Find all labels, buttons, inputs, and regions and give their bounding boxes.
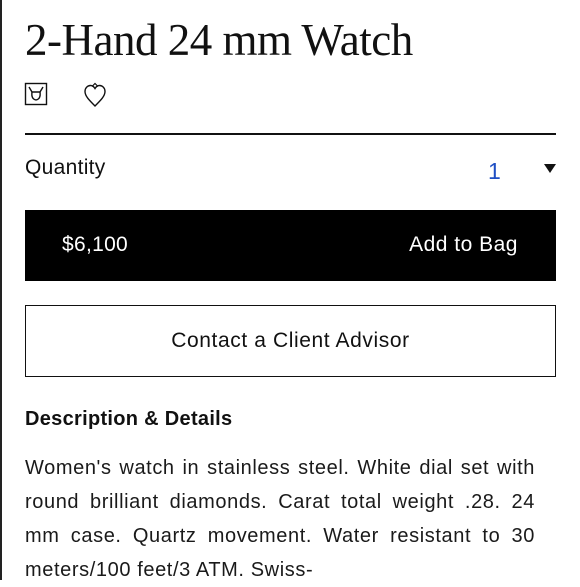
title-divider: [25, 133, 556, 135]
add-to-bag-label: Add to Bag: [409, 233, 518, 256]
shopping-bag-icon[interactable]: [24, 82, 48, 106]
description-heading: Description & Details: [25, 408, 233, 430]
chevron-down-icon: [544, 164, 556, 173]
contact-client-advisor-button[interactable]: Contact a Client Advisor: [25, 305, 556, 377]
description-text: Women's watch in stainless steel. White …: [25, 457, 535, 581]
contact-button-label: Contact a Client Advisor: [171, 329, 410, 352]
add-to-bag-button[interactable]: $6,100 Add to Bag: [25, 210, 556, 281]
left-edge-line: [0, 0, 2, 580]
quantity-value: 1: [488, 158, 501, 184]
heart-icon[interactable]: [83, 82, 107, 108]
quantity-label: Quantity: [25, 156, 106, 179]
quantity-select[interactable]: 1: [486, 152, 556, 190]
product-title: 2-Hand 24 mm Watch: [25, 15, 413, 65]
quantity-row: Quantity 1: [25, 152, 556, 190]
price: $6,100: [62, 233, 129, 256]
